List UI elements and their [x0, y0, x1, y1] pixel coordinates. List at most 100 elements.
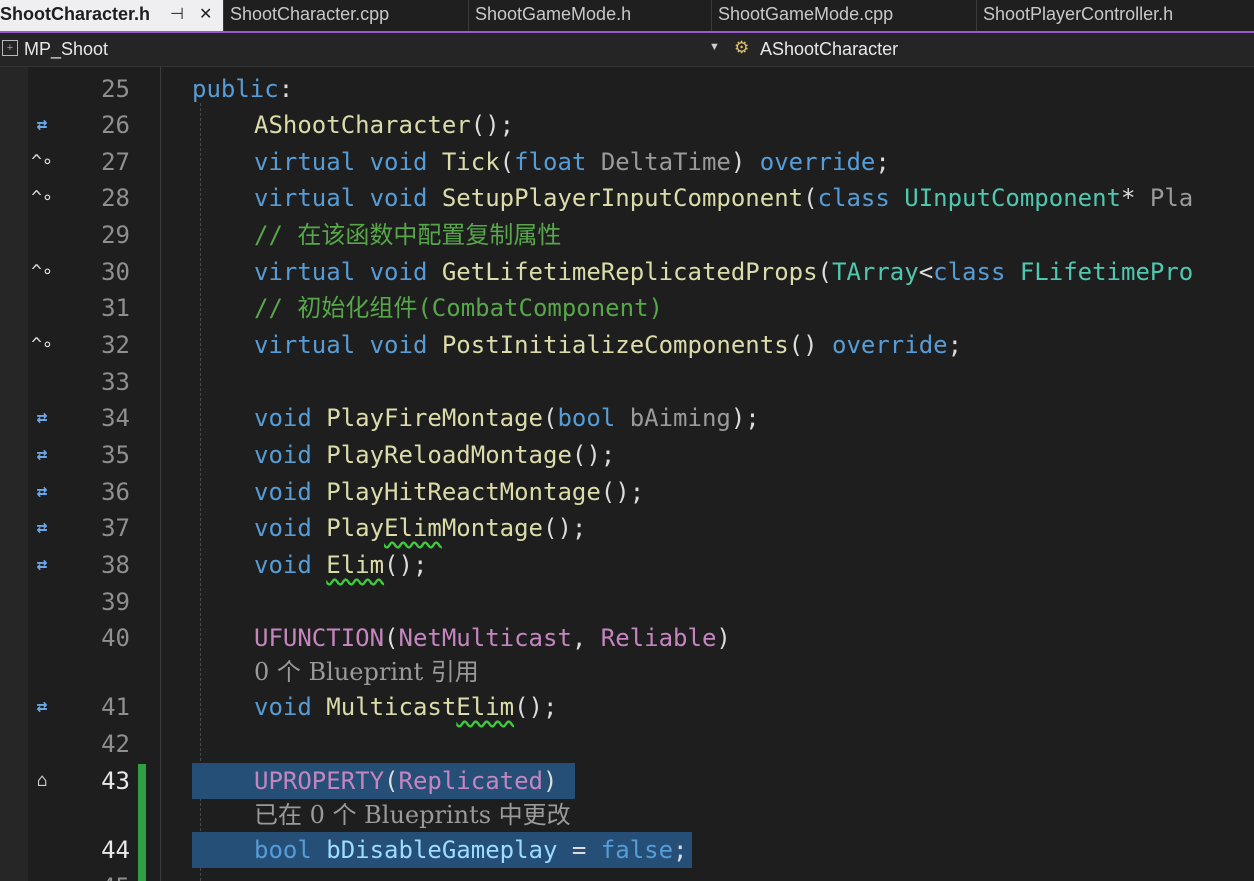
code-line-26: ⇄ 26 AShootCharacter(); [0, 107, 1254, 143]
selected-code-text: bool bDisableGameplay = false; [192, 832, 692, 868]
swap-definition-icon[interactable]: ⇄ [30, 510, 54, 546]
code-line-37: ⇄ 37 void PlayElimMontage(); [0, 510, 1254, 546]
spelling-squiggle: Elim [384, 514, 442, 542]
tab-shootgamemode-h[interactable]: ShootGameMode.h [469, 0, 712, 31]
line-number: 33 [101, 368, 130, 396]
code-text: virtual void PostInitializeComponents() … [254, 331, 963, 359]
line-number: 37 [101, 514, 130, 542]
line-number: 39 [101, 588, 130, 616]
code-line-33: 33 [0, 364, 1254, 400]
override-icon[interactable]: ^∘ [30, 144, 54, 180]
token: public [192, 75, 279, 103]
tab-shootcharacter-cpp[interactable]: ShootCharacter.cpp [224, 0, 469, 31]
swap-definition-icon[interactable]: ⇄ [30, 547, 54, 583]
blueprint-codelens-hint[interactable]: 已在 0 个 Blueprints 中更改 [254, 798, 571, 832]
override-icon[interactable]: ^∘ [30, 327, 54, 363]
code-text: void MulticastElim(); [254, 693, 558, 721]
code-line-32: ^∘ 32 virtual void PostInitializeCompone… [0, 327, 1254, 363]
code-text: void Elim(); [254, 551, 428, 579]
class-icon: ⚙ [734, 38, 750, 57]
project-dropdown[interactable]: + MP_Shoot ▼ [0, 33, 726, 66]
line-number: 28 [101, 184, 130, 212]
code-line-30: ^∘ 30 virtual void GetLifetimeReplicated… [0, 254, 1254, 290]
line-number: 30 [101, 258, 130, 286]
line-number: 43 [101, 767, 130, 795]
token: AShootCharacter [254, 111, 471, 139]
spelling-squiggle: Elim [456, 693, 515, 721]
class-name: AShootCharacter [760, 39, 899, 59]
line-number: 32 [101, 331, 130, 359]
code-line-41: ⇄ 41 void MulticastElim(); [0, 689, 1254, 725]
code-line-45: 45 [0, 869, 1254, 881]
code-line-42: 42 [0, 726, 1254, 762]
tab-label: ShootCharacter.cpp [230, 4, 390, 24]
tab-label: ShootGameMode.h [475, 4, 632, 24]
code-line-36: ⇄ 36 void PlayHitReactMontage(); [0, 474, 1254, 510]
tab-shootplayercontroller-h[interactable]: ShootPlayerController.h [977, 0, 1254, 31]
code-line-25: 25 public: [0, 71, 1254, 107]
class-dropdown[interactable]: ⚙ AShootCharacter [730, 33, 1254, 66]
code-line-39: 39 [0, 584, 1254, 620]
code-text: public: [192, 71, 293, 107]
pin-icon[interactable]: ⊣ [170, 0, 184, 29]
tab-label: ShootPlayerController.h [983, 4, 1174, 24]
code-text: void PlayElimMontage(); [254, 514, 587, 542]
code-editor[interactable]: 25 public: ⇄ 26 AShootCharacter(); ^∘ 27… [0, 67, 1254, 881]
token: : [278, 75, 294, 103]
chevron-down-icon[interactable]: ▼ [709, 41, 720, 53]
line-number: 41 [101, 693, 130, 721]
navigation-bar: + MP_Shoot ▼ ⚙ AShootCharacter [0, 33, 1254, 67]
spelling-squiggle: Elim [326, 551, 385, 579]
line-number: 26 [101, 111, 130, 139]
swap-definition-icon[interactable]: ⇄ [30, 689, 54, 725]
tab-label: ShootGameMode.cpp [718, 4, 894, 24]
code-line-27: ^∘ 27 virtual void Tick(float DeltaTime)… [0, 144, 1254, 180]
project-name: MP_Shoot [24, 39, 109, 59]
code-line-43: ⌂ 43 UPROPERTY(Replicated) [0, 763, 1254, 799]
override-icon[interactable]: ^∘ [30, 254, 54, 290]
line-number: 34 [101, 404, 130, 432]
tab-shootcharacter-h[interactable]: ShootCharacter.h ⊣ ✕ [0, 0, 224, 31]
code-line-40: 40 UFUNCTION(NetMulticast, Reliable) [0, 620, 1254, 656]
tab-label: ShootCharacter.h [0, 4, 151, 24]
line-number: 38 [101, 551, 130, 579]
cleanup-brush-icon[interactable]: ⌂ [30, 763, 54, 799]
code-text: virtual void SetupPlayerInputComponent(c… [254, 184, 1194, 212]
line-number: 27 [101, 148, 130, 176]
code-line-35: ⇄ 35 void PlayReloadMontage(); [0, 437, 1254, 473]
code-line-29: 29 // 在该函数中配置复制属性 [0, 217, 1254, 253]
swap-definition-icon[interactable]: ⇄ [30, 400, 54, 436]
code-text: void PlayReloadMontage(); [254, 441, 616, 469]
code-line-34: ⇄ 34 void PlayFireMontage(bool bAiming); [0, 400, 1254, 436]
line-number: 29 [101, 221, 130, 249]
code-comment: // 在该函数中配置复制属性 [254, 221, 562, 249]
override-icon[interactable]: ^∘ [30, 180, 54, 216]
document-tab-bar: ShootCharacter.h ⊣ ✕ ShootCharacter.cpp … [0, 0, 1254, 33]
code-text: virtual void Tick(float DeltaTime) overr… [254, 148, 890, 176]
close-icon[interactable]: ✕ [199, 0, 212, 29]
code-line-31: 31 // 初始化组件(CombatComponent) [0, 290, 1254, 326]
line-number: 44 [101, 836, 130, 864]
code-text: void PlayHitReactMontage(); [254, 478, 645, 506]
line-number: 25 [101, 75, 130, 103]
tab-shootgamemode-cpp[interactable]: ShootGameMode.cpp [712, 0, 977, 31]
line-number: 45 [70, 869, 130, 881]
code-text: virtual void GetLifetimeReplicatedProps(… [254, 258, 1194, 286]
code-line-38: ⇄ 38 void Elim(); [0, 547, 1254, 583]
line-number: 31 [101, 294, 130, 322]
swap-definition-icon[interactable]: ⇄ [30, 474, 54, 510]
line-number: 35 [101, 441, 130, 469]
code-text: UFUNCTION(NetMulticast, Reliable) [254, 624, 731, 652]
blueprint-codelens-hint[interactable]: 0 个 Blueprint 引用 [254, 655, 479, 689]
line-number: 42 [101, 730, 130, 758]
code-comment: // 初始化组件(CombatComponent) [254, 294, 663, 322]
code-line-44: 44 bool bDisableGameplay = false; [0, 832, 1254, 868]
project-icon: + [2, 40, 18, 56]
selected-code-text: UPROPERTY(Replicated) [192, 763, 576, 799]
code-line-28: ^∘ 28 virtual void SetupPlayerInputCompo… [0, 180, 1254, 216]
line-number: 36 [101, 478, 130, 506]
swap-definition-icon[interactable]: ⇄ [30, 107, 54, 143]
token: (); [470, 111, 515, 139]
swap-definition-icon[interactable]: ⇄ [30, 437, 54, 473]
line-number: 40 [101, 624, 130, 652]
